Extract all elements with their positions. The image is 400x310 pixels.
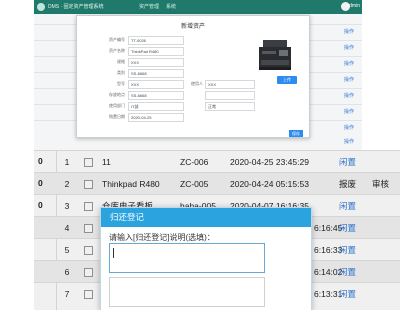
- field-input[interactable]: SS-6668: [128, 69, 184, 78]
- form-row: 规格 XXX: [87, 58, 253, 67]
- row-action-link[interactable]: 操作: [344, 60, 354, 67]
- field-input[interactable]: ThinkPad R480: [128, 47, 184, 56]
- form-row: 资产编号 TT-0026: [87, 36, 253, 45]
- top-navbar: DMS · 固定资产管理系统 资产管理 系统 admin: [34, 0, 362, 14]
- asset-name: 11: [102, 157, 111, 167]
- app-logo-icon: [37, 3, 45, 11]
- row-checkbox[interactable]: [84, 290, 93, 299]
- row-checkbox[interactable]: [84, 180, 93, 189]
- created-time: 2020-04-25 23:45:29: [230, 157, 309, 167]
- admin-screenshot-top: DMS · 固定资产管理系统 资产管理 系统 admin 操作 操作 操作 操作…: [34, 0, 362, 150]
- dialog-title: 归还登记: [110, 212, 145, 222]
- menu-item-assets[interactable]: 资产管理: [139, 3, 159, 10]
- action-link[interactable]: 闲置: [339, 195, 356, 217]
- outer-zero-label: 0: [38, 156, 43, 166]
- asset-code: ZC-005: [180, 179, 209, 189]
- field-label: 规格: [117, 59, 125, 64]
- field-label: 资产编号: [109, 37, 125, 42]
- outer-zero-label: 0: [38, 178, 43, 188]
- created-time: 2020-04-24 05:15:53: [230, 179, 309, 189]
- field-input[interactable]: XXX: [128, 80, 184, 89]
- row-checkbox[interactable]: [84, 158, 93, 167]
- status-select[interactable]: 正常: [205, 102, 255, 111]
- return-register-dialog: 归还登记 请输入[归还登记]说明(选填)：: [100, 207, 312, 310]
- row-index: 6: [64, 267, 70, 277]
- extra-text: 审核: [372, 179, 390, 189]
- app-title: DMS · 固定资产管理系统: [48, 4, 104, 10]
- field-label: 购置日期: [109, 114, 125, 119]
- asset-table-screenshot: 1 11 ZC-006 2020-04-25 23:45:29 闲置 2 Thi…: [34, 150, 400, 310]
- form-row: 购置日期 2020-04-25: [87, 113, 253, 122]
- field-label: 存放地点: [109, 92, 125, 97]
- row-action-link[interactable]: 操作: [344, 108, 354, 115]
- asset-photo-printer: [259, 40, 291, 70]
- row-checkbox[interactable]: [84, 224, 93, 233]
- form-row: 类别 SS-6668: [87, 69, 253, 78]
- field-label: 使用人: [191, 81, 203, 86]
- field-input[interactable]: SS-6668: [128, 91, 184, 100]
- menu-item-system[interactable]: 系统: [166, 3, 176, 10]
- row-action-link[interactable]: 操作: [344, 76, 354, 83]
- field-input[interactable]: [205, 91, 255, 100]
- date-input[interactable]: 2020-04-25: [128, 113, 184, 122]
- table-row[interactable]: 2 Thinkpad R480 ZC-005 2020-04-24 05:15:…: [34, 172, 400, 195]
- form-row: 资产名称 ThinkPad R480: [87, 47, 253, 56]
- action-link[interactable]: 闲置: [339, 151, 356, 173]
- row-index: 4: [64, 223, 70, 233]
- asset-name: Thinkpad R480: [102, 179, 160, 189]
- table-row[interactable]: 1 11 ZC-006 2020-04-25 23:45:29 闲置: [34, 150, 400, 173]
- row-action-link[interactable]: 操作: [344, 92, 354, 99]
- dialog-prompt: 请输入[归还登记]说明(选填)：: [109, 233, 215, 242]
- save-button[interactable]: 保存: [289, 130, 303, 137]
- form-row: 型号 XXX 使用人 XXX: [87, 80, 255, 89]
- dialog-header: 归还登记: [101, 208, 311, 227]
- row-index: 5: [64, 245, 70, 255]
- modal-title: 新增资产: [180, 24, 205, 30]
- form-row: 存放地点 SS-6668: [87, 91, 255, 100]
- field-input[interactable]: TT-0026: [128, 36, 184, 45]
- form-row: 使用部门 IT部 正常: [87, 102, 255, 111]
- row-checkbox[interactable]: [84, 246, 93, 255]
- field-label: 类别: [117, 70, 125, 75]
- add-asset-modal: 新增资产 资产编号 TT-0026 资产名称 ThinkPad R480 规格 …: [76, 15, 310, 138]
- action-link[interactable]: 闲置: [339, 217, 356, 239]
- field-input[interactable]: IT部: [128, 102, 184, 111]
- action-link[interactable]: 闲置: [339, 239, 356, 261]
- row-action-link[interactable]: 操作: [344, 28, 354, 35]
- status-text: 报废: [339, 179, 357, 189]
- row-index: 7: [64, 289, 70, 299]
- row-index: 3: [64, 201, 70, 211]
- field-label: 使用部门: [109, 103, 125, 108]
- row-action-link[interactable]: 操作: [344, 138, 354, 145]
- user-name[interactable]: admin: [346, 3, 360, 9]
- action-link[interactable]: 闲置: [339, 261, 356, 283]
- row-index: 1: [64, 157, 70, 167]
- text-caret: [113, 248, 114, 258]
- outer-zero-label: 0: [38, 200, 43, 210]
- asset-code: ZC-006: [180, 157, 209, 167]
- row-checkbox[interactable]: [84, 268, 93, 277]
- row-action-link[interactable]: 操作: [344, 44, 354, 51]
- field-input[interactable]: XXX: [205, 80, 255, 89]
- row-checkbox[interactable]: [84, 202, 93, 211]
- upload-button[interactable]: 上传: [277, 76, 297, 84]
- row-action-link[interactable]: 操作: [344, 124, 354, 131]
- field-label: 型号: [117, 81, 125, 86]
- remark-textarea-secondary[interactable]: [109, 277, 265, 307]
- field-label: 资产名称: [109, 48, 125, 53]
- row-index: 2: [64, 179, 70, 189]
- action-link[interactable]: 闲置: [339, 283, 356, 305]
- remark-textarea[interactable]: [109, 243, 265, 273]
- field-input[interactable]: XXX: [128, 58, 184, 67]
